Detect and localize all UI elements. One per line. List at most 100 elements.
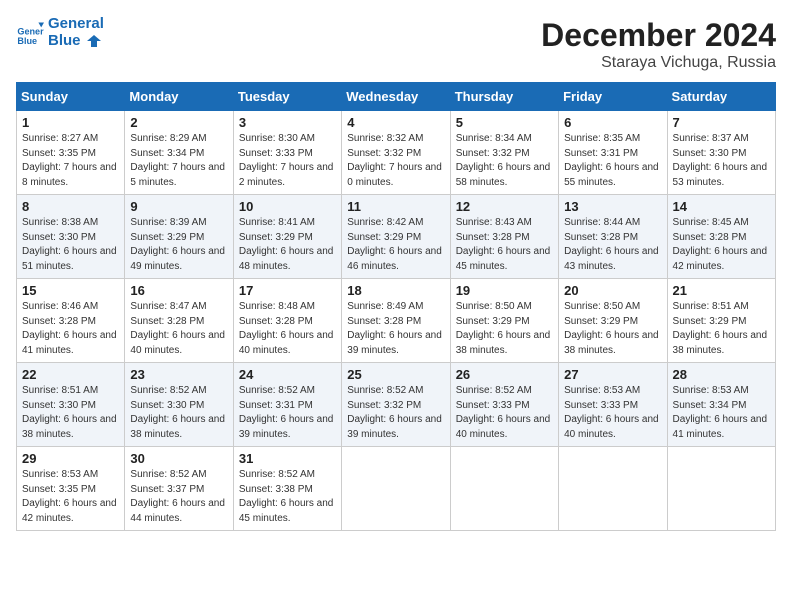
day-info: Sunrise: 8:52 AMSunset: 3:32 PMDaylight:… (347, 385, 442, 440)
day-info: Sunrise: 8:47 AMSunset: 3:28 PMDaylight:… (130, 301, 225, 356)
calendar-cell: 28 Sunrise: 8:53 AMSunset: 3:34 PMDaylig… (667, 363, 775, 447)
calendar-cell: 8 Sunrise: 8:38 AMSunset: 3:30 PMDayligh… (17, 195, 125, 279)
day-info: Sunrise: 8:51 AMSunset: 3:29 PMDaylight:… (673, 301, 768, 356)
calendar-cell: 12 Sunrise: 8:43 AMSunset: 3:28 PMDaylig… (450, 195, 558, 279)
day-info: Sunrise: 8:30 AMSunset: 3:33 PMDaylight:… (239, 133, 334, 188)
day-number: 13 (564, 199, 661, 214)
day-number: 25 (347, 367, 444, 382)
logo-icon: General Blue (16, 19, 44, 47)
title-block: December 2024 Staraya Vichuga, Russia (541, 16, 776, 72)
day-number: 30 (130, 451, 227, 466)
day-number: 7 (673, 115, 770, 130)
day-number: 2 (130, 115, 227, 130)
day-number: 26 (456, 367, 553, 382)
weekday-header-friday: Friday (559, 83, 667, 111)
calendar-cell: 23 Sunrise: 8:52 AMSunset: 3:30 PMDaylig… (125, 363, 233, 447)
day-info: Sunrise: 8:27 AMSunset: 3:35 PMDaylight:… (22, 133, 117, 188)
week-row-2: 8 Sunrise: 8:38 AMSunset: 3:30 PMDayligh… (17, 195, 776, 279)
calendar-cell: 3 Sunrise: 8:30 AMSunset: 3:33 PMDayligh… (233, 111, 341, 195)
weekday-header-tuesday: Tuesday (233, 83, 341, 111)
day-info: Sunrise: 8:52 AMSunset: 3:33 PMDaylight:… (456, 385, 551, 440)
logo-arrow-icon (87, 35, 101, 47)
calendar-cell: 16 Sunrise: 8:47 AMSunset: 3:28 PMDaylig… (125, 279, 233, 363)
calendar-cell: 19 Sunrise: 8:50 AMSunset: 3:29 PMDaylig… (450, 279, 558, 363)
calendar-cell: 27 Sunrise: 8:53 AMSunset: 3:33 PMDaylig… (559, 363, 667, 447)
day-info: Sunrise: 8:51 AMSunset: 3:30 PMDaylight:… (22, 385, 117, 440)
calendar-cell: 10 Sunrise: 8:41 AMSunset: 3:29 PMDaylig… (233, 195, 341, 279)
day-number: 31 (239, 451, 336, 466)
weekday-header-wednesday: Wednesday (342, 83, 450, 111)
calendar-cell: 13 Sunrise: 8:44 AMSunset: 3:28 PMDaylig… (559, 195, 667, 279)
day-number: 23 (130, 367, 227, 382)
day-number: 22 (22, 367, 119, 382)
svg-text:General: General (17, 26, 44, 36)
calendar-cell: 29 Sunrise: 8:53 AMSunset: 3:35 PMDaylig… (17, 447, 125, 531)
weekday-header-thursday: Thursday (450, 83, 558, 111)
page-header: General Blue General Blue December 2024 … (16, 16, 776, 72)
calendar-cell: 7 Sunrise: 8:37 AMSunset: 3:30 PMDayligh… (667, 111, 775, 195)
day-number: 11 (347, 199, 444, 214)
logo: General Blue General Blue (16, 16, 104, 49)
calendar-cell: 24 Sunrise: 8:52 AMSunset: 3:31 PMDaylig… (233, 363, 341, 447)
day-number: 27 (564, 367, 661, 382)
calendar-cell (559, 447, 667, 531)
logo-blue: Blue (48, 33, 104, 50)
day-number: 17 (239, 283, 336, 298)
day-info: Sunrise: 8:52 AMSunset: 3:30 PMDaylight:… (130, 385, 225, 440)
day-number: 28 (673, 367, 770, 382)
logo-general: General (48, 16, 104, 33)
day-info: Sunrise: 8:29 AMSunset: 3:34 PMDaylight:… (130, 133, 225, 188)
day-number: 20 (564, 283, 661, 298)
day-number: 14 (673, 199, 770, 214)
day-info: Sunrise: 8:48 AMSunset: 3:28 PMDaylight:… (239, 301, 334, 356)
svg-text:Blue: Blue (17, 36, 37, 46)
day-number: 1 (22, 115, 119, 130)
day-info: Sunrise: 8:53 AMSunset: 3:35 PMDaylight:… (22, 469, 117, 524)
day-number: 21 (673, 283, 770, 298)
weekday-header-monday: Monday (125, 83, 233, 111)
day-number: 12 (456, 199, 553, 214)
calendar-cell (667, 447, 775, 531)
week-row-4: 22 Sunrise: 8:51 AMSunset: 3:30 PMDaylig… (17, 363, 776, 447)
calendar-cell: 18 Sunrise: 8:49 AMSunset: 3:28 PMDaylig… (342, 279, 450, 363)
calendar-cell (450, 447, 558, 531)
day-number: 18 (347, 283, 444, 298)
week-row-3: 15 Sunrise: 8:46 AMSunset: 3:28 PMDaylig… (17, 279, 776, 363)
calendar-cell: 17 Sunrise: 8:48 AMSunset: 3:28 PMDaylig… (233, 279, 341, 363)
day-info: Sunrise: 8:38 AMSunset: 3:30 PMDaylight:… (22, 217, 117, 272)
weekday-header-saturday: Saturday (667, 83, 775, 111)
calendar-cell: 21 Sunrise: 8:51 AMSunset: 3:29 PMDaylig… (667, 279, 775, 363)
calendar-cell: 9 Sunrise: 8:39 AMSunset: 3:29 PMDayligh… (125, 195, 233, 279)
day-number: 24 (239, 367, 336, 382)
day-number: 16 (130, 283, 227, 298)
calendar-cell: 11 Sunrise: 8:42 AMSunset: 3:29 PMDaylig… (342, 195, 450, 279)
day-info: Sunrise: 8:41 AMSunset: 3:29 PMDaylight:… (239, 217, 334, 272)
day-info: Sunrise: 8:37 AMSunset: 3:30 PMDaylight:… (673, 133, 768, 188)
day-number: 9 (130, 199, 227, 214)
month-year-title: December 2024 (541, 16, 776, 54)
calendar-cell: 4 Sunrise: 8:32 AMSunset: 3:32 PMDayligh… (342, 111, 450, 195)
day-info: Sunrise: 8:52 AMSunset: 3:31 PMDaylight:… (239, 385, 334, 440)
calendar-table: SundayMondayTuesdayWednesdayThursdayFrid… (16, 82, 776, 531)
weekday-header-sunday: Sunday (17, 83, 125, 111)
calendar-cell: 31 Sunrise: 8:52 AMSunset: 3:38 PMDaylig… (233, 447, 341, 531)
day-info: Sunrise: 8:50 AMSunset: 3:29 PMDaylight:… (564, 301, 659, 356)
week-row-1: 1 Sunrise: 8:27 AMSunset: 3:35 PMDayligh… (17, 111, 776, 195)
day-number: 6 (564, 115, 661, 130)
location-subtitle: Staraya Vichuga, Russia (541, 54, 776, 72)
day-info: Sunrise: 8:53 AMSunset: 3:34 PMDaylight:… (673, 385, 768, 440)
day-info: Sunrise: 8:34 AMSunset: 3:32 PMDaylight:… (456, 133, 551, 188)
day-number: 3 (239, 115, 336, 130)
calendar-cell: 25 Sunrise: 8:52 AMSunset: 3:32 PMDaylig… (342, 363, 450, 447)
day-info: Sunrise: 8:32 AMSunset: 3:32 PMDaylight:… (347, 133, 442, 188)
calendar-cell: 22 Sunrise: 8:51 AMSunset: 3:30 PMDaylig… (17, 363, 125, 447)
day-info: Sunrise: 8:53 AMSunset: 3:33 PMDaylight:… (564, 385, 659, 440)
week-row-5: 29 Sunrise: 8:53 AMSunset: 3:35 PMDaylig… (17, 447, 776, 531)
calendar-cell: 20 Sunrise: 8:50 AMSunset: 3:29 PMDaylig… (559, 279, 667, 363)
calendar-cell: 26 Sunrise: 8:52 AMSunset: 3:33 PMDaylig… (450, 363, 558, 447)
day-number: 19 (456, 283, 553, 298)
calendar-cell: 6 Sunrise: 8:35 AMSunset: 3:31 PMDayligh… (559, 111, 667, 195)
day-info: Sunrise: 8:35 AMSunset: 3:31 PMDaylight:… (564, 133, 659, 188)
day-info: Sunrise: 8:43 AMSunset: 3:28 PMDaylight:… (456, 217, 551, 272)
weekday-header-row: SundayMondayTuesdayWednesdayThursdayFrid… (17, 83, 776, 111)
